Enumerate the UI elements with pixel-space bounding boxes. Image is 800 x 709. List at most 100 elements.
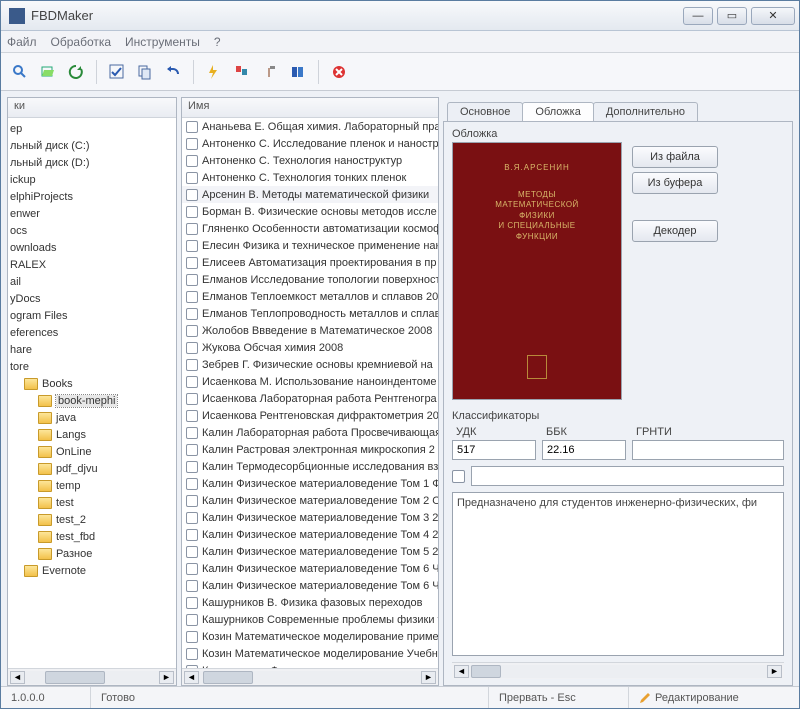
maximize-button[interactable]: ▭: [717, 7, 747, 25]
file-row[interactable]: Козин Математическое моделирование приме…: [182, 628, 438, 645]
file-checkbox[interactable]: [186, 597, 198, 609]
file-row[interactable]: Елисеев Автоматизация проектирования в п…: [182, 254, 438, 271]
menu-file[interactable]: Файл: [7, 35, 37, 49]
file-checkbox[interactable]: [186, 563, 198, 575]
tree-item[interactable]: java: [8, 409, 176, 426]
search-icon[interactable]: [9, 61, 31, 83]
description-box[interactable]: Предназначено для студентов инженерно-фи…: [452, 492, 784, 656]
file-row[interactable]: Антоненко С. Исследование пленок и нанос…: [182, 135, 438, 152]
menu-process[interactable]: Обработка: [51, 35, 112, 49]
undo-icon[interactable]: [162, 61, 184, 83]
hammer-icon[interactable]: [259, 61, 281, 83]
book-icon[interactable]: [287, 61, 309, 83]
file-row[interactable]: Жукова Обсчая химия 2008: [182, 339, 438, 356]
file-row[interactable]: Калин Физическое материаловедение Том 1 …: [182, 475, 438, 492]
file-list[interactable]: Ананьева Е. Общая химия. Лабораторный пр…: [182, 118, 438, 668]
file-checkbox[interactable]: [186, 257, 198, 269]
tree-item[interactable]: льный диск (C:): [8, 137, 176, 154]
file-row[interactable]: Антоненко С. Технология наноструктур: [182, 152, 438, 169]
file-row[interactable]: Ананьева Е. Общая химия. Лабораторный пр…: [182, 118, 438, 135]
from-file-button[interactable]: Из файла: [632, 146, 718, 168]
open-icon[interactable]: [37, 61, 59, 83]
tree-item[interactable]: book-mephi: [8, 392, 176, 409]
tree-item[interactable]: ail: [8, 273, 176, 290]
file-checkbox[interactable]: [186, 172, 198, 184]
file-row[interactable]: Калин Физическое материаловедение Том 5 …: [182, 543, 438, 560]
minimize-button[interactable]: —: [683, 7, 713, 25]
bolt-icon[interactable]: [203, 61, 225, 83]
file-row[interactable]: Гляненко Особенности автоматизации космо…: [182, 220, 438, 237]
tree-item[interactable]: pdf_djvu: [8, 460, 176, 477]
file-checkbox[interactable]: [186, 614, 198, 626]
tree-item[interactable]: Evernote: [8, 562, 176, 579]
file-checkbox[interactable]: [186, 665, 198, 669]
file-checkbox[interactable]: [186, 427, 198, 439]
file-row[interactable]: Елманов Теплопроводность металлов и спла…: [182, 305, 438, 322]
file-checkbox[interactable]: [186, 478, 198, 490]
tree-item[interactable]: yDocs: [8, 290, 176, 307]
close-button[interactable]: ✕: [751, 7, 795, 25]
file-checkbox[interactable]: [186, 240, 198, 252]
tree-item[interactable]: hare: [8, 341, 176, 358]
tree-item[interactable]: Разное: [8, 545, 176, 562]
tree-item[interactable]: RALEX: [8, 256, 176, 273]
cancel-icon[interactable]: [328, 61, 350, 83]
bbk-input[interactable]: [542, 440, 626, 460]
tree-item[interactable]: льный диск (D:): [8, 154, 176, 171]
file-row[interactable]: Елманов Теплоемкост металлов и сплавов 2…: [182, 288, 438, 305]
tree-hscrollbar[interactable]: ◄►: [8, 668, 176, 685]
tree-item[interactable]: ownloads: [8, 239, 176, 256]
file-checkbox[interactable]: [186, 359, 198, 371]
file-row[interactable]: Борман В. Физические основы методов иссл…: [182, 203, 438, 220]
file-checkbox[interactable]: [186, 631, 198, 643]
file-row[interactable]: Исаенкова Лабораторная работа Рентгеногр…: [182, 390, 438, 407]
extra-checkbox[interactable]: [452, 470, 465, 483]
tree-item[interactable]: Langs: [8, 426, 176, 443]
file-checkbox[interactable]: [186, 410, 198, 422]
file-checkbox[interactable]: [186, 291, 198, 303]
file-checkbox[interactable]: [186, 546, 198, 558]
file-checkbox[interactable]: [186, 138, 198, 150]
file-checkbox[interactable]: [186, 580, 198, 592]
file-row[interactable]: Калин Физическое материаловедение Том 2 …: [182, 492, 438, 509]
file-row[interactable]: Калин Физическое материаловедение Том 6 …: [182, 560, 438, 577]
filelist-header[interactable]: Имя: [182, 98, 438, 118]
file-checkbox[interactable]: [186, 274, 198, 286]
tab-cover[interactable]: Обложка: [522, 102, 593, 121]
file-checkbox[interactable]: [186, 308, 198, 320]
tree-item[interactable]: elphiProjects: [8, 188, 176, 205]
file-row[interactable]: Арсенин В. Методы математической физики: [182, 186, 438, 203]
file-checkbox[interactable]: [186, 223, 198, 235]
copy-icon[interactable]: [134, 61, 156, 83]
file-row[interactable]: Козин Математическое моделирование Учебн: [182, 645, 438, 662]
grnti-input[interactable]: [632, 440, 784, 460]
tree-item[interactable]: tore: [8, 358, 176, 375]
flags-icon[interactable]: [231, 61, 253, 83]
tree-item[interactable]: ickup: [8, 171, 176, 188]
file-row[interactable]: Зебрев Г. Физические основы кремниевой н…: [182, 356, 438, 373]
decoder-button[interactable]: Декодер: [632, 220, 718, 242]
check-icon[interactable]: [106, 61, 128, 83]
file-checkbox[interactable]: [186, 495, 198, 507]
file-row[interactable]: Калин Физическое материаловедение Том 3 …: [182, 509, 438, 526]
file-checkbox[interactable]: [186, 512, 198, 524]
tree-item[interactable]: ер: [8, 120, 176, 137]
file-row[interactable]: Калин Физическое материаловедение Том 6 …: [182, 577, 438, 594]
file-row[interactable]: Калин Лабораторная работа Просвечивающая: [182, 424, 438, 441]
tree-item[interactable]: OnLine: [8, 443, 176, 460]
from-buffer-button[interactable]: Из буфера: [632, 172, 718, 194]
tree-item[interactable]: eferences: [8, 324, 176, 341]
file-checkbox[interactable]: [186, 529, 198, 541]
tree-item[interactable]: Books: [8, 375, 176, 392]
file-row[interactable]: Исаенкова Рентгеновская дифрактометрия 2…: [182, 407, 438, 424]
extra-input[interactable]: [471, 466, 784, 486]
file-checkbox[interactable]: [186, 376, 198, 388]
udk-input[interactable]: [452, 440, 536, 460]
file-row[interactable]: Кашурников Современные проблемы физики т: [182, 611, 438, 628]
menu-tools[interactable]: Инструменты: [125, 35, 200, 49]
tree-item[interactable]: test: [8, 494, 176, 511]
file-row[interactable]: Калин Термодесорбционные исследования вз…: [182, 458, 438, 475]
tree-item[interactable]: temp: [8, 477, 176, 494]
file-row[interactable]: Жолобов Ввведение в Математическое 2008: [182, 322, 438, 339]
file-checkbox[interactable]: [186, 325, 198, 337]
